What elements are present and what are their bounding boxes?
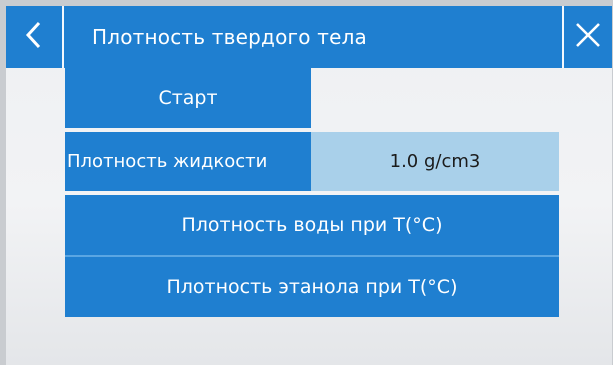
close-icon xyxy=(574,21,602,53)
page-title: Плотность твердого тела xyxy=(92,25,368,49)
ethanol-density-button[interactable]: Плотность этанола при T(°C) xyxy=(65,255,559,317)
close-button[interactable] xyxy=(564,6,612,68)
water-density-button[interactable]: Плотность воды при T(°C) xyxy=(65,195,559,255)
top-bar: Плотность твердого тела xyxy=(6,6,612,68)
screen: Плотность твердого тела Старт Плотность … xyxy=(6,6,612,365)
header-divider xyxy=(62,6,64,68)
chevron-left-icon xyxy=(24,20,44,54)
liquid-density-value[interactable]: 1.0 g/cm3 xyxy=(311,132,559,191)
liquid-density-button[interactable]: Плотность жидкости xyxy=(65,132,311,191)
back-button[interactable] xyxy=(6,6,62,68)
start-button[interactable]: Старт xyxy=(65,68,311,128)
